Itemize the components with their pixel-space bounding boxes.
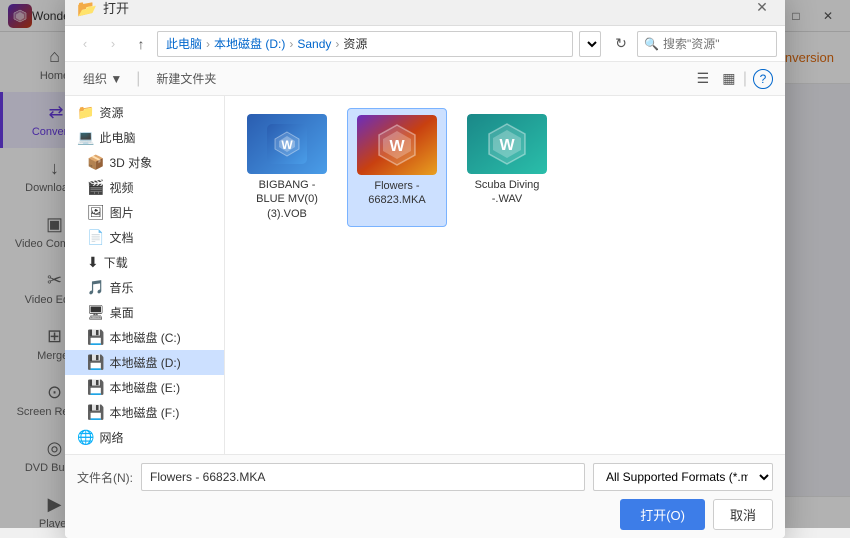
dialog-titlebar: 📂 打开 ✕	[65, 0, 785, 26]
file-thumb-bigbang: W	[247, 114, 327, 174]
view-grid-button[interactable]: ▦	[717, 67, 741, 91]
tree-item-downloads[interactable]: ⬇ 下载	[65, 250, 224, 275]
ws-thumb-icon-3: W	[467, 114, 547, 174]
tree-item-thispc[interactable]: 💻 此电脑	[65, 125, 224, 150]
tree-item-desktop[interactable]: 🖥 桌面	[65, 300, 224, 325]
cancel-button[interactable]: 取消	[713, 499, 773, 530]
tree-item-music[interactable]: 🎵 音乐	[65, 275, 224, 300]
tree-item-disk-c[interactable]: 💾 本地磁盘 (C:)	[65, 325, 224, 350]
folder-open-icon: 📁	[77, 104, 94, 121]
refresh-button[interactable]: ↻	[609, 32, 633, 56]
pc-icon: 💻	[77, 129, 94, 146]
filename-label: 文件名(N):	[77, 469, 133, 486]
breadcrumb-item-2[interactable]: Sandy	[297, 37, 331, 51]
file-thumb-scuba: W	[467, 114, 547, 174]
dialog-folder-icon: 📂	[77, 0, 95, 17]
file-item-bigbang[interactable]: W BIGBANG - BLUE MV(0)(3).VOB	[237, 108, 337, 227]
filename-input[interactable]	[141, 463, 585, 491]
forward-button[interactable]: ›	[101, 32, 125, 56]
dialog-title: 打开	[103, 0, 751, 17]
search-box: 🔍	[637, 31, 777, 57]
tree-item-disk-d[interactable]: 💾 本地磁盘 (D:)	[65, 350, 224, 375]
ws-thumb-icon-2: W	[357, 115, 437, 175]
tree-item-disk-e[interactable]: 💾 本地磁盘 (E:)	[65, 375, 224, 400]
file-name-scuba: Scuba Diving -.WAV	[463, 178, 551, 207]
open-button[interactable]: 打开(O)	[620, 499, 705, 530]
up-button[interactable]: ↑	[129, 32, 153, 56]
search-input[interactable]	[663, 37, 763, 51]
file-dialog-overlay: 📂 打开 ✕ ‹ › ↑ 此电脑 › 本地磁盘 (D:) › Sandy › 资…	[0, 0, 850, 528]
format-select[interactable]: All Supported Formats (*.mvf	[593, 463, 773, 491]
tree-item-disk-f[interactable]: 💾 本地磁盘 (F:)	[65, 400, 224, 425]
view-buttons: ☰ ▦ | ?	[691, 67, 773, 91]
path-dropdown[interactable]	[579, 31, 601, 57]
new-folder-button[interactable]: 新建文件夹	[148, 67, 224, 90]
svg-text:W: W	[281, 138, 293, 152]
file-thumb-flowers: W	[357, 115, 437, 175]
back-button[interactable]: ‹	[73, 32, 97, 56]
dialog-footer: 文件名(N): All Supported Formats (*.mvf 打开(…	[65, 454, 785, 538]
file-name-flowers: Flowers - 66823.MKA	[354, 179, 440, 208]
dialog-nav: ‹ › ↑ 此电脑 › 本地磁盘 (D:) › Sandy › 资源 ↻ 🔍	[65, 26, 785, 62]
help-button[interactable]: ?	[753, 69, 773, 89]
file-item-scuba[interactable]: W Scuba Diving -.WAV	[457, 108, 557, 227]
breadcrumb-item-3: 资源	[343, 35, 367, 52]
dialog-file-toolbar: 组织 ▼ | 新建文件夹 ☰ ▦ | ?	[65, 62, 785, 96]
tree-item-3d[interactable]: 📦 3D 对象	[65, 150, 224, 175]
dialog-close-button[interactable]: ✕	[751, 0, 773, 19]
breadcrumb-item-0[interactable]: 此电脑	[166, 35, 202, 52]
dialog-action-buttons: 打开(O) 取消	[77, 499, 773, 530]
file-open-dialog: 📂 打开 ✕ ‹ › ↑ 此电脑 › 本地磁盘 (D:) › Sandy › 资…	[65, 0, 785, 538]
view-list-button[interactable]: ☰	[691, 67, 715, 91]
tree-item-ziyuan[interactable]: 📁 资源	[65, 100, 224, 125]
tree-item-images[interactable]: 🖼 图片	[65, 200, 224, 225]
filename-row: 文件名(N): All Supported Formats (*.mvf	[77, 463, 773, 491]
breadcrumb-item-1[interactable]: 本地磁盘 (D:)	[214, 35, 285, 52]
separator-2: |	[743, 70, 747, 88]
tree-item-network[interactable]: 🌐 网络	[65, 425, 224, 450]
organize-button[interactable]: 组织 ▼	[77, 67, 128, 90]
tree-item-docs[interactable]: 📄 文档	[65, 225, 224, 250]
separator-1: |	[136, 70, 140, 88]
svg-text:W: W	[499, 137, 515, 154]
dialog-body: 📁 资源 💻 此电脑 📦 3D 对象 🎬 视频 🖼 图片	[65, 96, 785, 454]
svg-text:W: W	[389, 138, 405, 155]
file-tree: 📁 资源 💻 此电脑 📦 3D 对象 🎬 视频 🖼 图片	[65, 96, 225, 454]
file-item-flowers[interactable]: W Flowers - 66823.MKA	[347, 108, 447, 227]
ws-thumb-icon-1: W	[267, 124, 307, 164]
breadcrumb: 此电脑 › 本地磁盘 (D:) › Sandy › 资源	[157, 31, 573, 57]
file-grid: W BIGBANG - BLUE MV(0)(3).VOB	[225, 96, 785, 454]
format-wrapper: All Supported Formats (*.mvf	[593, 463, 773, 491]
file-name-bigbang: BIGBANG - BLUE MV(0)(3).VOB	[243, 178, 331, 221]
tree-item-videos[interactable]: 🎬 视频	[65, 175, 224, 200]
search-icon: 🔍	[644, 37, 659, 51]
